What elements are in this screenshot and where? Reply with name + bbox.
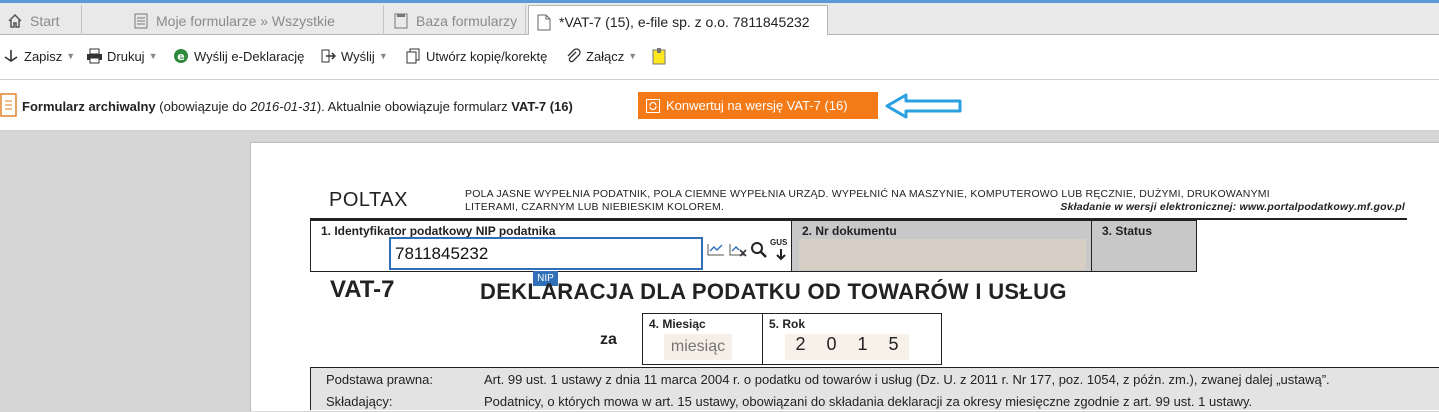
sticky-note-icon xyxy=(650,47,668,65)
tab-bar: Start Moje formularze » Wszystkie Baza f… xyxy=(0,0,1439,38)
form-title: DEKLARACJA DLA PODATKU OD TOWARÓW I USŁU… xyxy=(480,279,1067,304)
create-copy-label: Utwórz kopię/korektę xyxy=(426,48,548,64)
status-field-box: 3. Status xyxy=(1091,220,1197,272)
save-button[interactable]: Zapisz ▼ xyxy=(2,47,75,65)
nip-field-label: 1. Identyfikator podatkowy NIP podatnika xyxy=(321,224,556,238)
paperclip-icon xyxy=(564,47,582,65)
chevron-down-icon: ▼ xyxy=(628,51,638,61)
send-label: Wyślij xyxy=(341,48,375,64)
arrow-left-icon xyxy=(885,93,962,119)
list-icon xyxy=(132,12,150,30)
notice-date: 2016-01-31 xyxy=(250,99,317,114)
tab-vat7-form[interactable]: *VAT-7 (15), e-file sp. z o.o. 781184523… xyxy=(528,5,828,38)
year-digit: 5 xyxy=(878,334,909,360)
edeclaration-icon: e xyxy=(172,47,190,65)
legal-key: Podstawa prawna: xyxy=(326,371,433,387)
form-code: VAT-7 xyxy=(330,276,395,303)
legal-value: Podatnicy, o których mowa w art. 15 usta… xyxy=(484,393,1253,409)
svg-text:e: e xyxy=(177,50,184,63)
tab-label: *VAT-7 (15), e-file sp. z o.o. 781184523… xyxy=(559,14,810,30)
instruction-line: POLA JASNE WYPEŁNIA PODATNIK, POLA CIEMN… xyxy=(465,188,1270,200)
instruction-line: LITERAMI, CZARNYM LUB NIEBIESKIM KOLOREM… xyxy=(465,201,725,213)
form-instructions: POLA JASNE WYPEŁNIA PODATNIK, POLA CIEMN… xyxy=(465,188,1405,214)
year-label: 5. Rok xyxy=(769,317,806,331)
legal-row: Podstawa prawna: Art. 99 ust. 1 ustawy z… xyxy=(311,368,1439,390)
convert-version-label: Konwertuj na wersję VAT-7 (16) xyxy=(666,98,848,113)
notice-text-part: (obowiązuje do xyxy=(155,99,251,114)
sticky-note-button[interactable] xyxy=(650,47,672,65)
send-icon xyxy=(319,47,337,65)
print-label: Drukuj xyxy=(107,48,145,64)
save-icon xyxy=(2,47,20,65)
send-edeclaration-button[interactable]: e Wyślij e-Deklarację xyxy=(172,47,304,65)
tab-form-database[interactable]: Baza formularzy xyxy=(386,5,526,37)
tab-label: Moje formularze » Wszystkie xyxy=(156,13,335,29)
save-label: Zapisz xyxy=(24,48,63,64)
create-copy-button[interactable]: Utwórz kopię/korektę xyxy=(404,47,547,65)
document-list-icon xyxy=(392,12,410,30)
za-label: za xyxy=(600,331,617,348)
convert-version-button[interactable]: Konwertuj na wersję VAT-7 (16) xyxy=(638,92,878,119)
tab-my-forms[interactable]: Moje formularze » Wszystkie xyxy=(126,5,384,37)
legal-row: Składający: Podatnicy, o których mowa w … xyxy=(311,390,1439,412)
copy-icon xyxy=(404,47,422,65)
legal-key: Składający: xyxy=(326,393,393,409)
nip-input[interactable] xyxy=(389,237,703,270)
chevron-down-icon: ▼ xyxy=(378,51,388,61)
year-input[interactable]: 2 0 1 5 xyxy=(785,334,909,360)
chevron-down-icon: ▼ xyxy=(66,51,76,61)
legal-basis-section: Podstawa prawna: Art. 99 ust. 1 ustawy z… xyxy=(310,367,1439,410)
year-digit: 2 xyxy=(785,334,816,360)
convert-icon xyxy=(646,98,660,113)
gus-download-icon[interactable]: GUS xyxy=(770,238,792,262)
year-digit: 0 xyxy=(816,334,847,360)
toolbar: Zapisz ▼ Drukuj ▼ e Wyślij e-Deklarację Wy… xyxy=(0,35,1439,80)
archive-icon xyxy=(0,93,18,120)
status-label: 3. Status xyxy=(1102,224,1153,238)
tab-label: Start xyxy=(30,13,60,29)
nip-tools: GUS xyxy=(706,238,792,262)
print-button[interactable]: Drukuj ▼ xyxy=(85,47,158,65)
notice-current-form: VAT-7 (16) xyxy=(511,99,573,114)
notice-archive-label: Formularz archiwalny xyxy=(22,99,156,114)
printer-icon xyxy=(85,47,103,65)
send-button[interactable]: Wyślij ▼ xyxy=(319,47,388,65)
nip-clear-icon[interactable] xyxy=(728,241,748,262)
archive-notice-text: Formularz archiwalny (obowiązuje do 2016… xyxy=(22,99,573,114)
legal-value: Art. 99 ust. 1 ustawy z dnia 11 marca 20… xyxy=(484,371,1330,387)
month-input[interactable] xyxy=(664,334,732,360)
document-icon xyxy=(535,13,553,31)
month-label: 4. Miesiąc xyxy=(649,317,706,331)
send-edeclaration-label: Wyślij e-Deklarację xyxy=(194,48,305,64)
nip-validate-icon[interactable] xyxy=(706,241,726,262)
notice-text-part: ). Aktualnie obowiązuje formularz xyxy=(316,99,512,114)
document-number-value xyxy=(799,239,1086,270)
chevron-down-icon: ▼ xyxy=(148,51,158,61)
magnifier-icon[interactable] xyxy=(750,241,768,262)
archive-notice-bar: Formularz archiwalny (obowiązuje do 2016… xyxy=(0,80,1439,131)
electronic-submission-note: Składanie w wersji elektronicznej: www.p… xyxy=(1060,201,1405,213)
attach-button[interactable]: Załącz ▼ xyxy=(564,47,637,65)
tab-start[interactable]: Start xyxy=(0,5,82,37)
tab-label: Baza formularzy xyxy=(416,13,518,29)
poltax-label: POLTAX xyxy=(329,189,408,211)
home-icon xyxy=(6,12,24,30)
attach-label: Załącz xyxy=(586,48,625,64)
document-number-label: 2. Nr dokumentu xyxy=(802,224,897,238)
year-digit: 1 xyxy=(847,334,878,360)
